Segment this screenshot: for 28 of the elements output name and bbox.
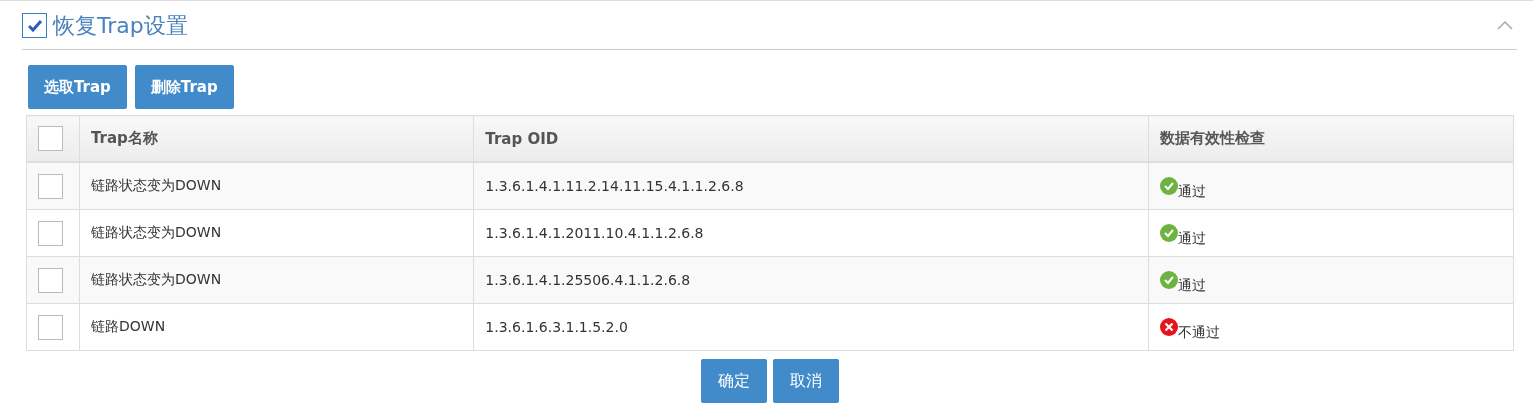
toolbar-button[interactable]: 选取Trap <box>28 65 127 109</box>
checkmark-icon <box>27 19 42 32</box>
table-cell: 1.3.6.1.4.1.11.2.14.11.15.4.1.1.2.6.8 <box>473 162 1149 210</box>
table-cell: 链路状态变为DOWN <box>79 256 474 304</box>
table-cell: 1.3.6.1.4.1.25506.4.1.1.2.6.8 <box>473 256 1149 304</box>
table-cell: 1.3.6.1.4.1.2011.10.4.1.1.2.6.8 <box>473 209 1149 257</box>
column-header: 数据有效性检查 <box>1148 115 1514 162</box>
status-text: 不通过 <box>1177 324 1220 342</box>
table-cell: 1.3.6.1.6.3.1.1.5.2.0 <box>473 303 1149 351</box>
status-text: 通过 <box>1177 183 1206 201</box>
section-checkbox[interactable] <box>22 13 47 38</box>
section-title: 恢复Trap设置 <box>53 11 189 40</box>
table-cell: 链路DOWN <box>79 303 474 351</box>
table-cell: 链路状态变为DOWN <box>79 162 474 210</box>
table-cell: 链路状态变为DOWN <box>79 209 474 257</box>
column-header: Trap OID <box>473 115 1149 162</box>
status-text: 通过 <box>1177 277 1206 295</box>
row-checkbox[interactable] <box>38 267 63 293</box>
dialog-button[interactable]: 取消 <box>772 359 839 403</box>
select-all-checkbox[interactable] <box>38 126 63 151</box>
dialog-button[interactable]: 确定 <box>700 359 767 403</box>
row-checkbox[interactable] <box>38 220 63 246</box>
row-checkbox[interactable] <box>38 314 63 340</box>
status-text: 通过 <box>1177 230 1206 248</box>
column-header: Trap名称 <box>79 115 474 162</box>
collapse-chevron-icon[interactable] <box>1497 21 1513 30</box>
toolbar-button[interactable]: 删除Trap <box>134 65 234 109</box>
row-checkbox[interactable] <box>38 173 63 199</box>
